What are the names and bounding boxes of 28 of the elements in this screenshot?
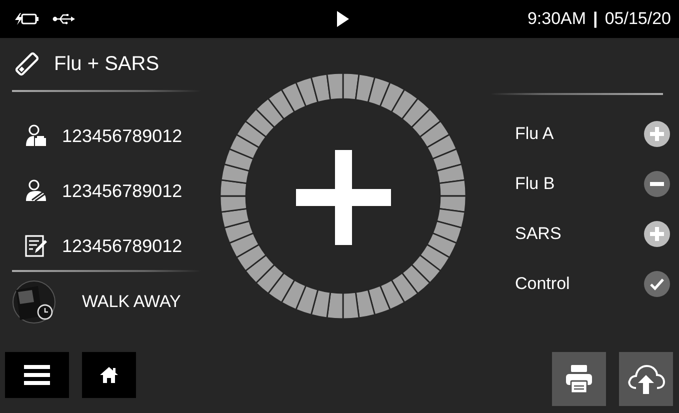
play-icon[interactable]: [336, 10, 350, 28]
patient-icon: [24, 124, 48, 148]
result-label: Control: [515, 274, 570, 294]
notepad-pencil-icon: [24, 234, 48, 258]
menu-icon: [24, 364, 50, 386]
printer-icon: [565, 364, 593, 394]
operator-icon: [24, 179, 48, 203]
usb-icon: [52, 13, 76, 25]
result-label: Flu B: [515, 174, 555, 194]
test-name: Flu + SARS: [54, 52, 160, 76]
id-number: 123456789012: [62, 126, 182, 146]
result-label: SARS: [515, 224, 562, 244]
status-separator: |: [593, 9, 598, 29]
id-number: 123456789012: [62, 180, 182, 202]
upload-button[interactable]: [619, 352, 673, 406]
print-button[interactable]: [552, 352, 606, 406]
id-number: 123456789012: [62, 236, 182, 256]
cloud-upload-icon: [627, 363, 665, 395]
device-timer-icon: [10, 280, 58, 324]
home-icon: [99, 366, 119, 384]
home-button[interactable]: [82, 352, 136, 398]
menu-button[interactable]: [5, 352, 69, 398]
status-time: 9:30AM: [527, 9, 586, 29]
test-strip-icon: [14, 51, 40, 77]
status-date: 05/15/20: [604, 9, 671, 29]
result-label: Flu A: [515, 124, 554, 144]
battery-charging-icon: [14, 12, 40, 26]
mode-label: WALK AWAY: [82, 292, 181, 312]
